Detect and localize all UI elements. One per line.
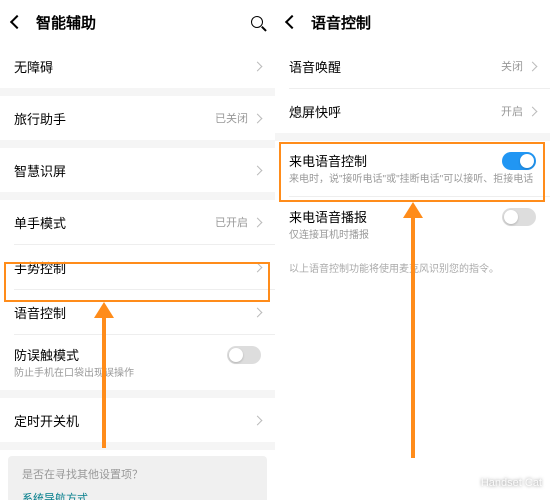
row-label: 智慧识屏 — [14, 161, 254, 180]
row-mistouch[interactable]: 防误触模式 防止手机在口袋出现误操作 — [0, 335, 275, 390]
divider — [0, 390, 275, 398]
row-label: 定时开关机 — [14, 411, 254, 430]
row-label: 手势控制 — [14, 258, 254, 277]
page-title: 语音控制 — [311, 12, 371, 33]
row-status: 关闭 — [501, 58, 523, 74]
row-label: 单手模式 — [14, 213, 215, 232]
row-timer[interactable]: 定时开关机 — [0, 398, 275, 442]
divider — [275, 133, 550, 141]
row-label: 来电语音控制 — [289, 151, 502, 170]
chevron-right-icon — [253, 217, 263, 227]
divider — [0, 442, 275, 450]
chevron-right-icon — [253, 165, 263, 175]
page-title: 智能辅助 — [36, 12, 96, 33]
row-broadcast[interactable]: 来电语音播报 仅连接耳机时播报 — [275, 197, 550, 252]
row-label: 来电语音播报 — [289, 207, 502, 226]
row-onehand[interactable]: 单手模式 已开启 — [0, 200, 275, 244]
chevron-right-icon — [528, 106, 538, 116]
row-desc: 防止手机在口袋出现误操作 — [14, 367, 134, 380]
mistouch-toggle[interactable] — [227, 346, 261, 364]
suggest-question: 是否在寻找其他设置项？ — [22, 466, 253, 482]
row-gesture[interactable]: 手势控制 — [0, 245, 275, 289]
left-screen: 智能辅助 无障碍 旅行助手 已关闭 智慧识屏 单手模式 已开启 手势控制 语音控… — [0, 0, 275, 500]
watermark-text: Handset Cat — [481, 477, 542, 489]
row-label: 无障碍 — [14, 57, 254, 76]
broadcast-toggle[interactable] — [502, 208, 536, 226]
row-voice-control[interactable]: 语音控制 — [0, 290, 275, 334]
chevron-right-icon — [253, 61, 263, 71]
footnote: 以上语音控制功能将使用麦克风识别您的指令。 — [275, 252, 550, 283]
back-icon[interactable] — [10, 15, 24, 29]
row-smartscreen[interactable]: 智慧识屏 — [0, 148, 275, 192]
divider — [0, 140, 275, 148]
right-header: 语音控制 — [275, 0, 550, 44]
row-voice-wake[interactable]: 语音唤醒 关闭 — [275, 44, 550, 88]
row-quick-call[interactable]: 熄屏快呼 开启 — [275, 89, 550, 133]
divider — [0, 192, 275, 200]
left-header: 智能辅助 — [0, 0, 275, 44]
suggest-link[interactable]: 系统导航方式 — [22, 490, 253, 500]
chevron-right-icon — [528, 61, 538, 71]
incoming-voice-toggle[interactable] — [502, 152, 536, 170]
row-incoming-voice[interactable]: 来电语音控制 来电时，说"接听电话"或"挂断电话"可以接听、拒接电话 — [275, 141, 550, 196]
chevron-right-icon — [253, 262, 263, 272]
chevron-right-icon — [253, 307, 263, 317]
chevron-right-icon — [253, 415, 263, 425]
row-label: 语音唤醒 — [289, 57, 501, 76]
row-travel[interactable]: 旅行助手 已关闭 — [0, 96, 275, 140]
row-desc: 仅连接耳机时播报 — [289, 229, 369, 242]
right-screen: 语音控制 语音唤醒 关闭 熄屏快呼 开启 来电语音控制 来电时，说"接听电话"或… — [275, 0, 550, 500]
search-button[interactable] — [251, 16, 263, 28]
row-desc: 来电时，说"接听电话"或"挂断电话"可以接听、拒接电话 — [289, 173, 533, 186]
row-label: 语音控制 — [14, 303, 254, 322]
divider — [0, 88, 275, 96]
row-accessibility[interactable]: 无障碍 — [0, 44, 275, 88]
watermark: Handset Cat — [459, 474, 542, 492]
row-status: 已关闭 — [215, 110, 248, 126]
search-icon — [251, 16, 263, 28]
chevron-right-icon — [253, 113, 263, 123]
suggestion-box: 是否在寻找其他设置项？ 系统导航方式 — [8, 456, 267, 500]
row-status: 开启 — [501, 103, 523, 119]
row-label: 旅行助手 — [14, 109, 215, 128]
row-label: 防误触模式 — [14, 345, 227, 364]
cat-icon — [459, 474, 477, 492]
back-icon[interactable] — [285, 15, 299, 29]
row-label: 熄屏快呼 — [289, 102, 501, 121]
row-status: 已开启 — [215, 214, 248, 230]
